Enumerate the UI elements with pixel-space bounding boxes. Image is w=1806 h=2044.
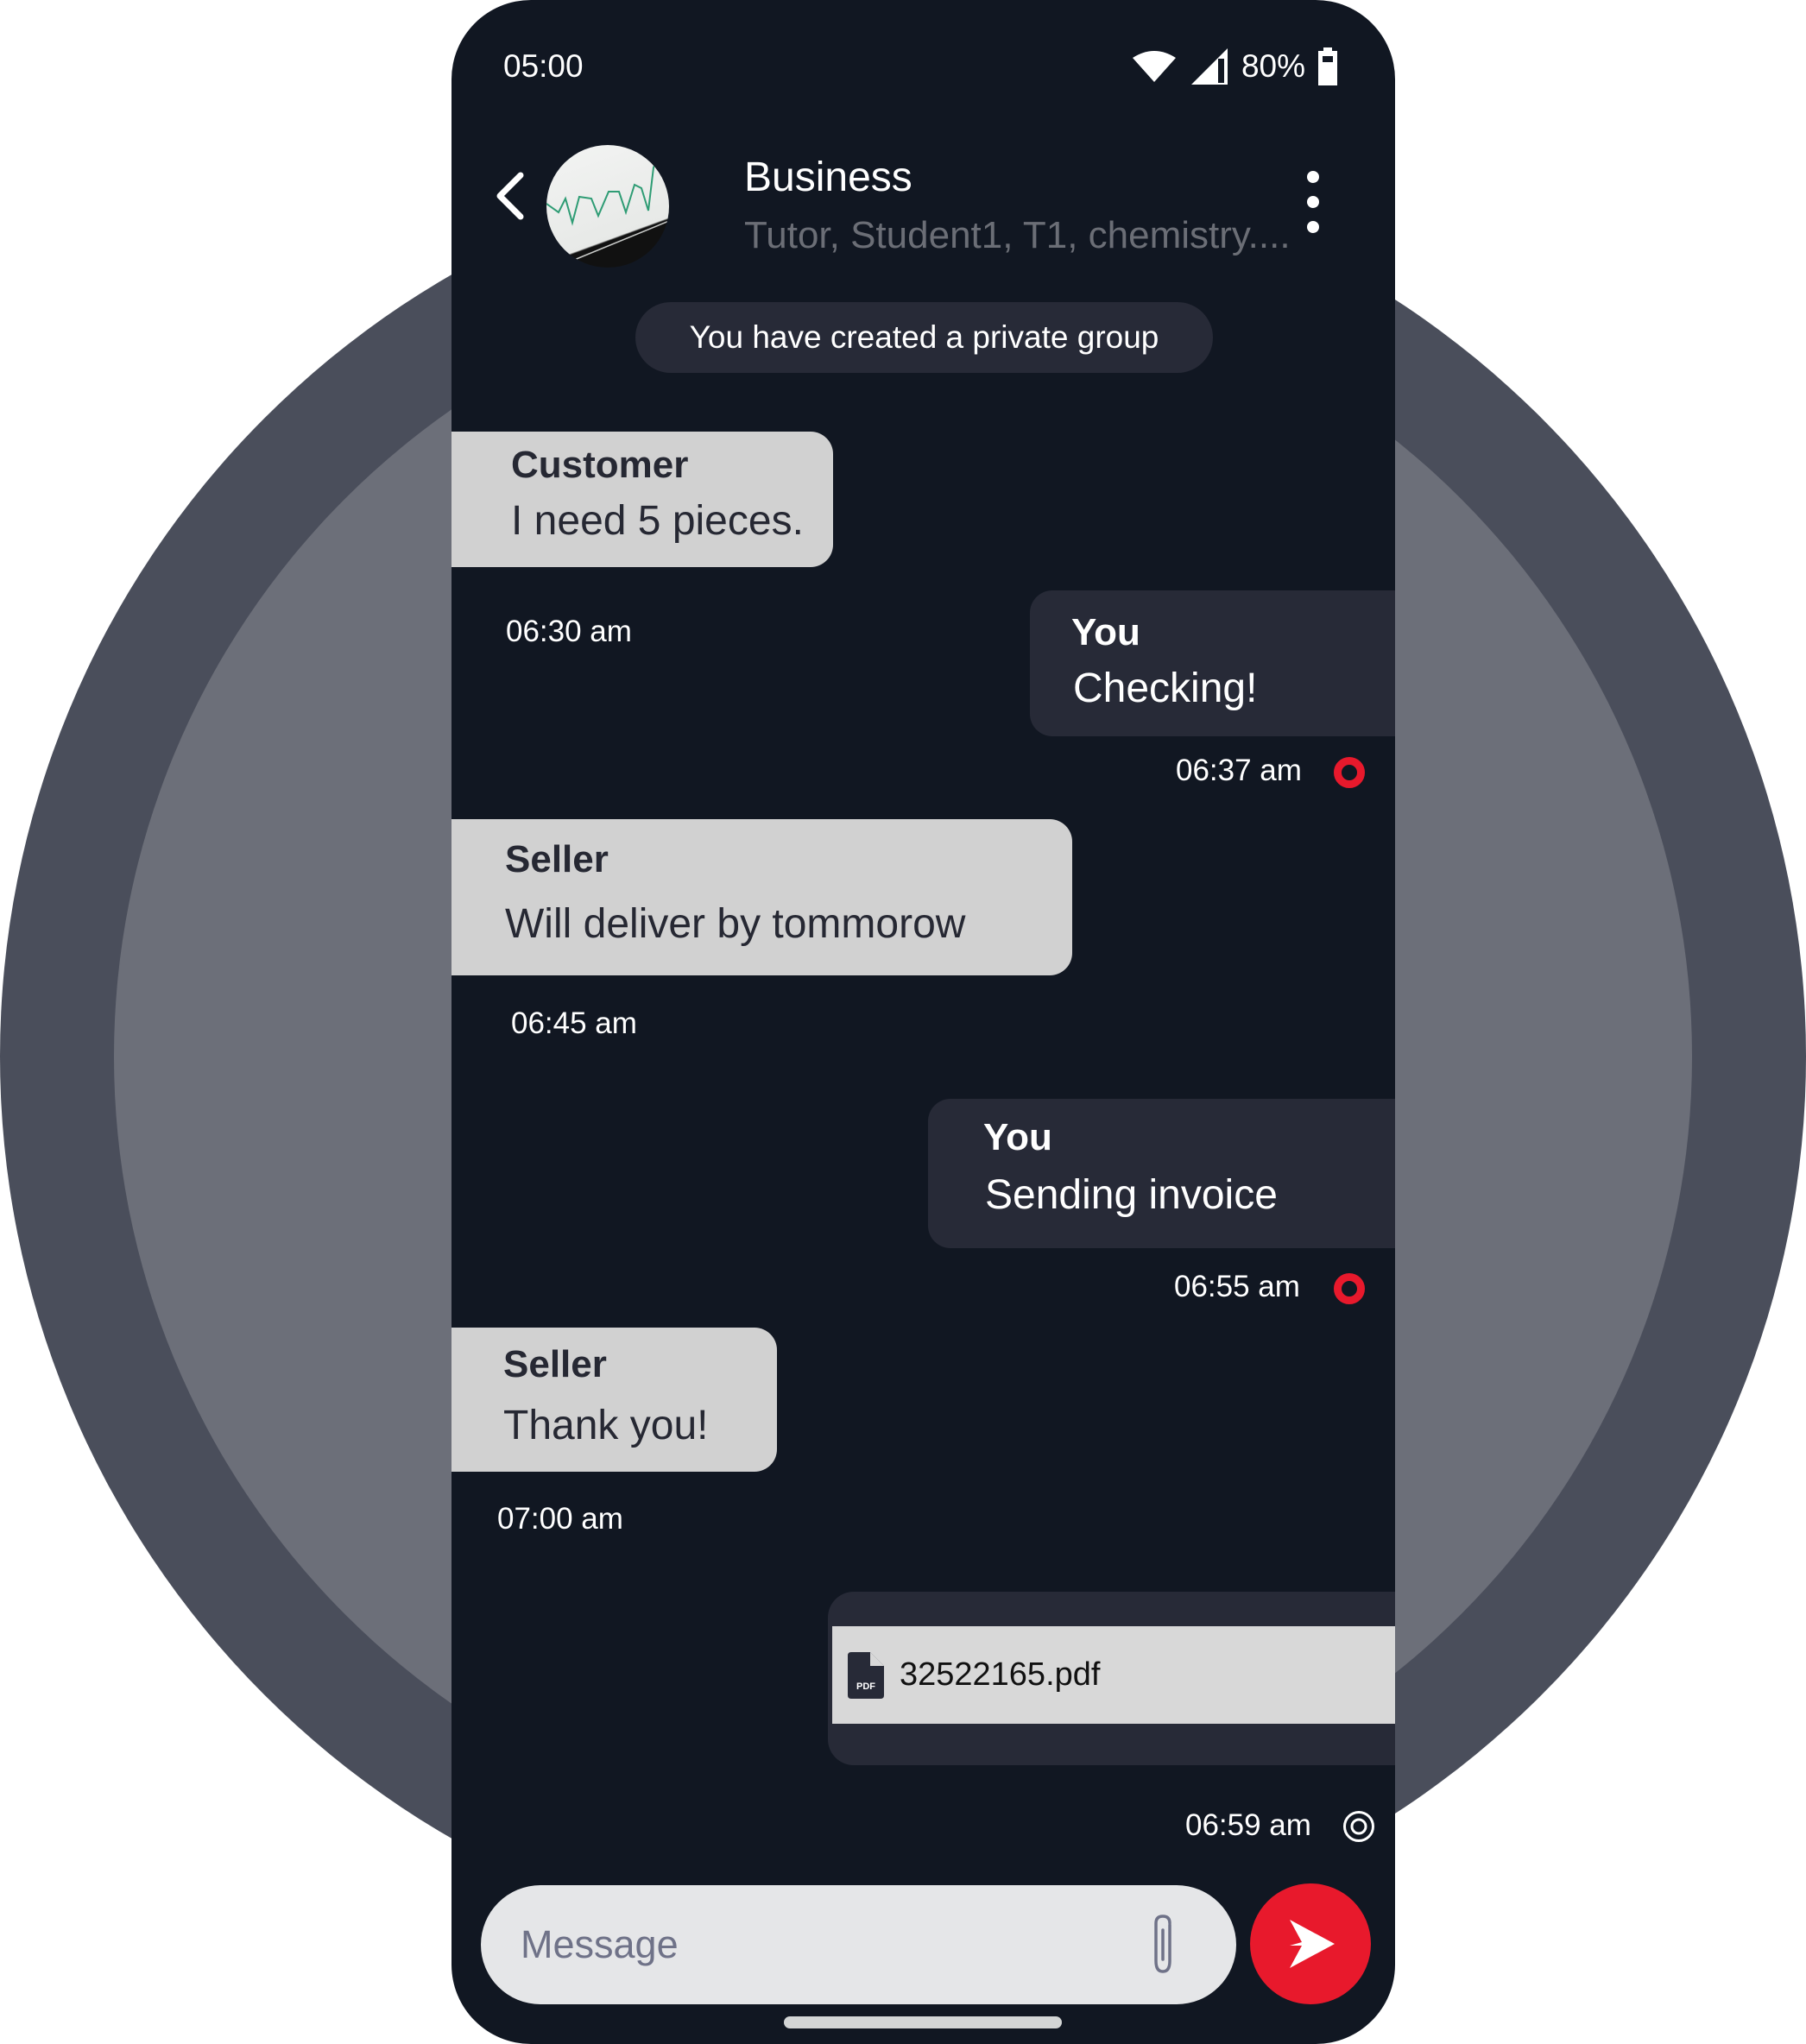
pdf-attachment[interactable]: PDF 32522165.pdf [832,1626,1395,1724]
message-sender: Seller [503,1343,607,1385]
message-sender: Seller [505,838,609,880]
message-bubble-incoming[interactable]: Seller Thank you! [452,1328,777,1472]
message-time: 06:59 am [1185,1808,1311,1842]
chart-thumbnail-icon [546,145,669,265]
message-sender: You [1071,611,1140,653]
message-bubble-outgoing[interactable]: You Checking! [1030,590,1395,736]
message-bubble-outgoing[interactable]: You Sending invoice [928,1099,1395,1248]
group-avatar[interactable] [546,145,669,268]
more-options-button[interactable] [1300,171,1326,233]
message-input[interactable] [519,1921,1127,1968]
message-time: 06:30 am [506,615,632,648]
paperclip-icon[interactable] [1146,1913,1180,1977]
message-bubble-incoming[interactable]: Seller Will deliver by tommorow [452,819,1072,975]
message-text: Sending invoice [985,1172,1278,1218]
system-message: You have created a private group [635,302,1213,373]
chevron-left-icon [496,172,524,220]
file-name: 32522165.pdf [900,1656,1101,1693]
send-arrow-icon [1290,1920,1335,1968]
sent-ring-icon [1334,1273,1365,1304]
message-bubble-incoming[interactable]: Customer I need 5 pieces. [452,432,833,567]
pdf-file-icon: PDF [848,1651,884,1699]
file-message-bubble: PDF 32522165.pdf [828,1592,1395,1765]
pending-ring-icon [1343,1811,1374,1842]
message-text: Checking! [1073,666,1258,711]
message-time: 06:37 am [1176,754,1302,787]
wifi-icon [1132,51,1176,82]
battery-icon [1318,47,1337,85]
kebab-dot-icon [1307,196,1319,208]
message-time: 07:00 am [497,1502,623,1536]
sent-ring-icon [1334,757,1365,788]
pdf-label: PDF [856,1681,875,1692]
message-text: Will deliver by tommorow [505,901,966,947]
kebab-dot-icon [1307,221,1319,233]
chat-title: Business [744,155,912,200]
message-sender: You [983,1116,1052,1158]
back-button[interactable] [488,164,533,228]
message-text: Thank you! [503,1403,709,1448]
phone-screen: 05:00 80% Business Tutor, Student1, T1, … [452,0,1395,2044]
signal-icon [1190,48,1228,85]
home-indicator[interactable] [784,2016,1062,2028]
message-composer [481,1885,1236,2004]
system-message-text: You have created a private group [689,319,1159,355]
status-icons: 80% [1131,45,1338,88]
message-time: 06:55 am [1174,1270,1300,1303]
message-time: 06:45 am [511,1006,637,1040]
status-time: 05:00 [503,48,584,84]
message-sender: Customer [511,444,689,486]
message-text: I need 5 pieces. [511,498,804,544]
kebab-dot-icon [1307,171,1319,183]
send-button[interactable] [1250,1883,1371,2004]
battery-percent: 80% [1241,48,1305,84]
chat-members: Tutor, Student1, T1, chemistry.... [744,214,1291,256]
